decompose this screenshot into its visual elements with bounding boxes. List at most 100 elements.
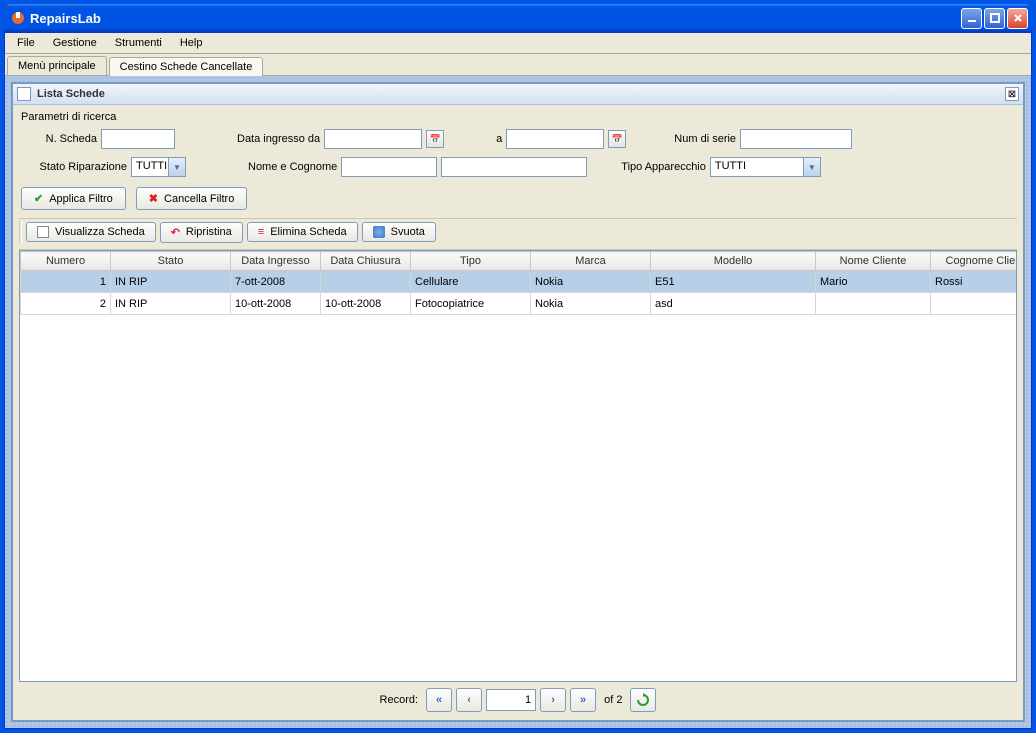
titlebar: RepairsLab [4, 4, 1032, 32]
records-table: Numero Stato Data Ingresso Data Chiusura… [20, 251, 1017, 315]
tipo-app-value: TUTTI [710, 157, 804, 177]
a-label: a [496, 133, 502, 145]
prev-record-button[interactable]: ‹ [456, 688, 482, 712]
table-cell: E51 [651, 271, 816, 293]
data-a-input[interactable] [506, 129, 604, 149]
col-nome-cliente[interactable]: Nome Cliente [816, 252, 931, 271]
n-scheda-label: N. Scheda [19, 133, 97, 145]
button-label: Applica Filtro [49, 193, 113, 205]
table-row[interactable]: 2IN RIP10-ott-200810-ott-2008Fotocopiatr… [21, 293, 1018, 315]
minimize-button[interactable] [961, 8, 982, 29]
n-scheda-input[interactable] [101, 129, 175, 149]
num-serie-input[interactable] [740, 129, 852, 149]
panel-close-button[interactable]: ⊠ [1005, 87, 1019, 101]
check-icon: ✔ [34, 192, 43, 205]
pager: Record: « ‹ › » of 2 [19, 682, 1017, 716]
button-label: Visualizza Scheda [55, 226, 145, 238]
tab-label: Menù principale [18, 60, 96, 72]
button-label: Elimina Scheda [270, 226, 346, 238]
col-numero[interactable]: Numero [21, 252, 111, 271]
pager-of-label: of 2 [604, 694, 622, 706]
table-cell: Cellulare [411, 271, 531, 293]
table-cell [321, 271, 411, 293]
search-section: Parametri di ricerca N. Scheda Data ingr… [19, 109, 1017, 218]
tab-label: Cestino Schede Cancellate [120, 61, 253, 73]
chevron-down-icon: ▼ [169, 157, 186, 177]
col-stato[interactable]: Stato [111, 252, 231, 271]
col-data-ingresso[interactable]: Data Ingresso [231, 252, 321, 271]
chevron-down-icon: ▼ [804, 157, 821, 177]
next-record-button[interactable]: › [540, 688, 566, 712]
menu-gestione[interactable]: Gestione [45, 35, 105, 51]
tab-cestino[interactable]: Cestino Schede Cancellate [109, 57, 264, 76]
refresh-icon [636, 693, 650, 707]
applica-filtro-button[interactable]: ✔ Applica Filtro [21, 187, 126, 210]
table-cell: Rossi [931, 271, 1018, 293]
stato-value: TUTTI [131, 157, 169, 177]
record-number-input[interactable] [486, 689, 536, 711]
panel-icon [17, 87, 31, 101]
toolbar: Visualizza Scheda ↶ Ripristina ≡ Elimina… [19, 218, 1017, 250]
table-cell: 7-ott-2008 [231, 271, 321, 293]
button-label: Svuota [391, 226, 425, 238]
col-cognome-cliente[interactable]: Cognome Cliente [931, 252, 1018, 271]
data-da-input[interactable] [324, 129, 422, 149]
table-cell: Nokia [531, 271, 651, 293]
menu-help[interactable]: Help [172, 35, 211, 51]
nome-input[interactable] [341, 157, 437, 177]
menu-file[interactable]: File [9, 35, 43, 51]
tab-menu-principale[interactable]: Menù principale [7, 56, 107, 75]
table-cell: Nokia [531, 293, 651, 315]
table-row[interactable]: 1IN RIP7-ott-2008CellulareNokiaE51MarioR… [21, 271, 1018, 293]
database-icon [373, 226, 385, 238]
table-cell: IN RIP [111, 271, 231, 293]
col-data-chiusura[interactable]: Data Chiusura [321, 252, 411, 271]
first-record-button[interactable]: « [426, 688, 452, 712]
ripristina-button[interactable]: ↶ Ripristina [160, 222, 243, 243]
table-cell: Mario [816, 271, 931, 293]
tipo-app-label: Tipo Apparecchio [621, 161, 706, 173]
table-cell: IN RIP [111, 293, 231, 315]
cancella-filtro-button[interactable]: ✖ Cancella Filtro [136, 187, 248, 210]
table-cell [816, 293, 931, 315]
button-label: Cancella Filtro [164, 193, 234, 205]
tabbar: Menù principale Cestino Schede Cancellat… [5, 54, 1031, 76]
table-cell: 10-ott-2008 [321, 293, 411, 315]
stato-select[interactable]: TUTTI ▼ [131, 157, 186, 177]
divider [19, 221, 22, 243]
cognome-input[interactable] [441, 157, 587, 177]
panel-title: Lista Schede [37, 88, 1005, 100]
search-title: Parametri di ricerca [19, 109, 1017, 127]
x-icon: ✖ [149, 192, 158, 205]
table-cell: Fotocopiatrice [411, 293, 531, 315]
last-record-button[interactable]: » [570, 688, 596, 712]
svuota-button[interactable]: Svuota [362, 222, 436, 242]
visualizza-scheda-button[interactable]: Visualizza Scheda [26, 222, 156, 242]
button-label: Ripristina [186, 226, 232, 238]
stato-label: Stato Riparazione [19, 161, 127, 173]
table-cell: 10-ott-2008 [231, 293, 321, 315]
num-serie-label: Num di serie [674, 133, 736, 145]
col-marca[interactable]: Marca [531, 252, 651, 271]
calendar-da-icon[interactable]: 📅 [426, 130, 444, 148]
elimina-scheda-button[interactable]: ≡ Elimina Scheda [247, 222, 358, 242]
col-tipo[interactable]: Tipo [411, 252, 531, 271]
calendar-a-icon[interactable]: 📅 [608, 130, 626, 148]
sheet-icon [37, 226, 49, 238]
refresh-button[interactable] [630, 688, 656, 712]
menu-strumenti[interactable]: Strumenti [107, 35, 170, 51]
pager-label: Record: [380, 694, 419, 706]
app-window: RepairsLab File Gestione Strumenti Help … [0, 0, 1036, 733]
table-area: Numero Stato Data Ingresso Data Chiusura… [19, 250, 1017, 682]
delete-icon: ≡ [258, 226, 264, 238]
tipo-app-select[interactable]: TUTTI ▼ [710, 157, 821, 177]
col-modello[interactable]: Modello [651, 252, 816, 271]
app-icon [10, 10, 26, 26]
client-area: File Gestione Strumenti Help Menù princi… [4, 32, 1032, 729]
close-button[interactable] [1007, 8, 1028, 29]
maximize-button[interactable] [984, 8, 1005, 29]
panel-header: Lista Schede ⊠ [13, 84, 1023, 105]
lista-schede-panel: Lista Schede ⊠ Parametri di ricerca N. S… [11, 82, 1025, 722]
menubar: File Gestione Strumenti Help [5, 33, 1031, 54]
data-da-label: Data ingresso da [237, 133, 320, 145]
